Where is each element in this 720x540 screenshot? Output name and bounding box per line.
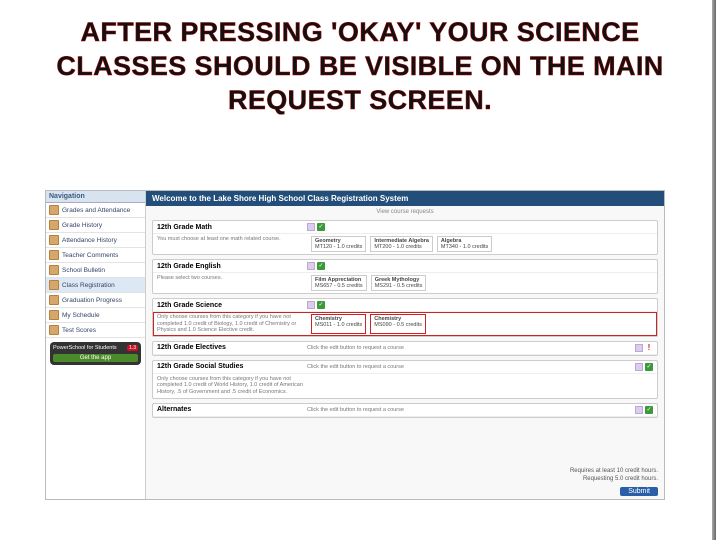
edit-icon[interactable]	[307, 262, 315, 270]
requirements-text: Requires at least 10 credit hours. Reque…	[570, 468, 658, 484]
main-panel: Welcome to the Lake Shore High School Cl…	[146, 191, 664, 499]
file-icon	[49, 265, 59, 275]
req-line: Requires at least 10 credit hours.	[570, 468, 658, 476]
section-title: 12th Grade Social Studies	[157, 363, 307, 370]
submit-button[interactable]: Submit	[620, 487, 658, 496]
nav-label: School Bulletin	[62, 267, 105, 274]
req-line: Requesting 5.0 credit hours.	[570, 476, 658, 484]
file-icon	[49, 250, 59, 260]
course-code: MS657 - 0.5 credits	[315, 283, 363, 289]
edit-note: Click the edit button to request a cours…	[307, 407, 635, 413]
nav-label: Attendance History	[62, 237, 117, 244]
course-card: ChemistryMS090 - 0.5 credits	[370, 314, 426, 334]
submit-row: Submit	[146, 488, 664, 499]
edit-icon[interactable]	[307, 223, 315, 231]
section-title: 12th Grade Science	[157, 302, 307, 309]
edit-note: Click the edit button to request a cours…	[307, 364, 635, 370]
course-code: MT200 - 1.0 credits	[374, 244, 429, 250]
promo-title: PowerSchool for Students	[53, 345, 138, 351]
section-title: 12th Grade English	[157, 263, 307, 270]
nav-label: My Schedule	[62, 312, 100, 319]
footer-row: Requires at least 10 credit hours. Reque…	[146, 464, 664, 488]
nav-panel: Navigation Grades and Attendance Grade H…	[46, 191, 146, 499]
course-code: MS090 - 0.5 credits	[374, 322, 422, 328]
course-card: ChemistryMS011 - 1.0 credits	[311, 314, 366, 334]
nav-item-school-bulletin[interactable]: School Bulletin	[46, 263, 145, 278]
nav-label: Grades and Attendance	[62, 207, 130, 214]
warning-icon: !	[645, 344, 653, 352]
get-app-button[interactable]: Get the app	[53, 354, 138, 362]
nav-label: Test Scores	[62, 327, 96, 334]
nav-label: Graduation Progress	[62, 297, 122, 304]
check-icon: ✓	[645, 406, 653, 414]
nav-item-my-schedule[interactable]: My Schedule	[46, 308, 145, 323]
section-note: Only choose courses from this category i…	[157, 376, 307, 396]
section-note: You must choose at least one math relate…	[157, 236, 307, 252]
file-icon	[49, 235, 59, 245]
main-header: Welcome to the Lake Shore High School Cl…	[146, 191, 664, 206]
section-note: Only choose courses from this category i…	[157, 314, 307, 334]
edit-note: Click the edit button to request a cours…	[307, 345, 635, 351]
section-math: 12th Grade Math ✓ You must choose at lea…	[152, 220, 658, 255]
nav-label: Teacher Comments	[62, 252, 118, 259]
nav-item-graduation[interactable]: Graduation Progress	[46, 293, 145, 308]
accent-stripe	[712, 0, 716, 540]
nav-item-test-scores[interactable]: Test Scores	[46, 323, 145, 338]
course-code: MT120 - 1.0 credits	[315, 244, 362, 250]
nav-item-grades[interactable]: Grades and Attendance	[46, 203, 145, 218]
edit-icon[interactable]	[307, 301, 315, 309]
file-icon	[49, 280, 59, 290]
edit-icon[interactable]	[635, 344, 643, 352]
section-electives: 12th Grade Electives Click the edit butt…	[152, 341, 658, 356]
file-icon	[49, 205, 59, 215]
section-alternates: Alternates Click the edit button to requ…	[152, 403, 658, 418]
check-icon: ✓	[317, 262, 325, 270]
course-card: AlgebraMT340 - 1.0 credits	[437, 236, 492, 252]
check-icon: ✓	[317, 301, 325, 309]
edit-icon[interactable]	[635, 363, 643, 371]
file-icon	[49, 220, 59, 230]
section-title: Alternates	[157, 406, 307, 413]
file-icon	[49, 325, 59, 335]
nav-item-attendance-history[interactable]: Attendance History	[46, 233, 145, 248]
file-icon	[49, 310, 59, 320]
nav-item-teacher-comments[interactable]: Teacher Comments	[46, 248, 145, 263]
check-icon: ✓	[317, 223, 325, 231]
version-badge: 1.3	[127, 345, 138, 351]
app-screenshot: Navigation Grades and Attendance Grade H…	[45, 190, 665, 500]
slide-title: AFTER PRESSING 'OKAY' YOUR SCIENCE CLASS…	[0, 0, 720, 127]
section-science: 12th Grade Science ✓ Only choose courses…	[152, 298, 658, 337]
section-title: 12th Grade Electives	[157, 344, 307, 351]
course-code: MS291 - 0.5 credits	[375, 283, 423, 289]
file-icon	[49, 295, 59, 305]
powerschool-promo: 1.3 PowerSchool for Students Get the app	[50, 342, 141, 365]
nav-item-class-registration[interactable]: Class Registration	[46, 278, 145, 293]
section-note: Please select two courses.	[157, 275, 307, 291]
edit-icon[interactable]	[635, 406, 643, 414]
check-icon: ✓	[645, 363, 653, 371]
view-requests-link[interactable]: View course requests	[146, 206, 664, 218]
course-card: Intermediate AlgebraMT200 - 1.0 credits	[370, 236, 433, 252]
section-title: 12th Grade Math	[157, 224, 307, 231]
course-code: MS011 - 1.0 credits	[315, 322, 362, 328]
course-card: Film AppreciationMS657 - 0.5 credits	[311, 275, 367, 291]
course-card: Greek MythologyMS291 - 0.5 credits	[371, 275, 427, 291]
course-code: MT340 - 1.0 credits	[441, 244, 488, 250]
section-english: 12th Grade English ✓ Please select two c…	[152, 259, 658, 294]
course-card: GeometryMT120 - 1.0 credits	[311, 236, 366, 252]
nav-label: Grade History	[62, 222, 102, 229]
nav-label: Class Registration	[62, 282, 115, 289]
nav-item-grade-history[interactable]: Grade History	[46, 218, 145, 233]
section-social-studies: 12th Grade Social Studies Click the edit…	[152, 360, 658, 399]
nav-header: Navigation	[46, 191, 145, 203]
